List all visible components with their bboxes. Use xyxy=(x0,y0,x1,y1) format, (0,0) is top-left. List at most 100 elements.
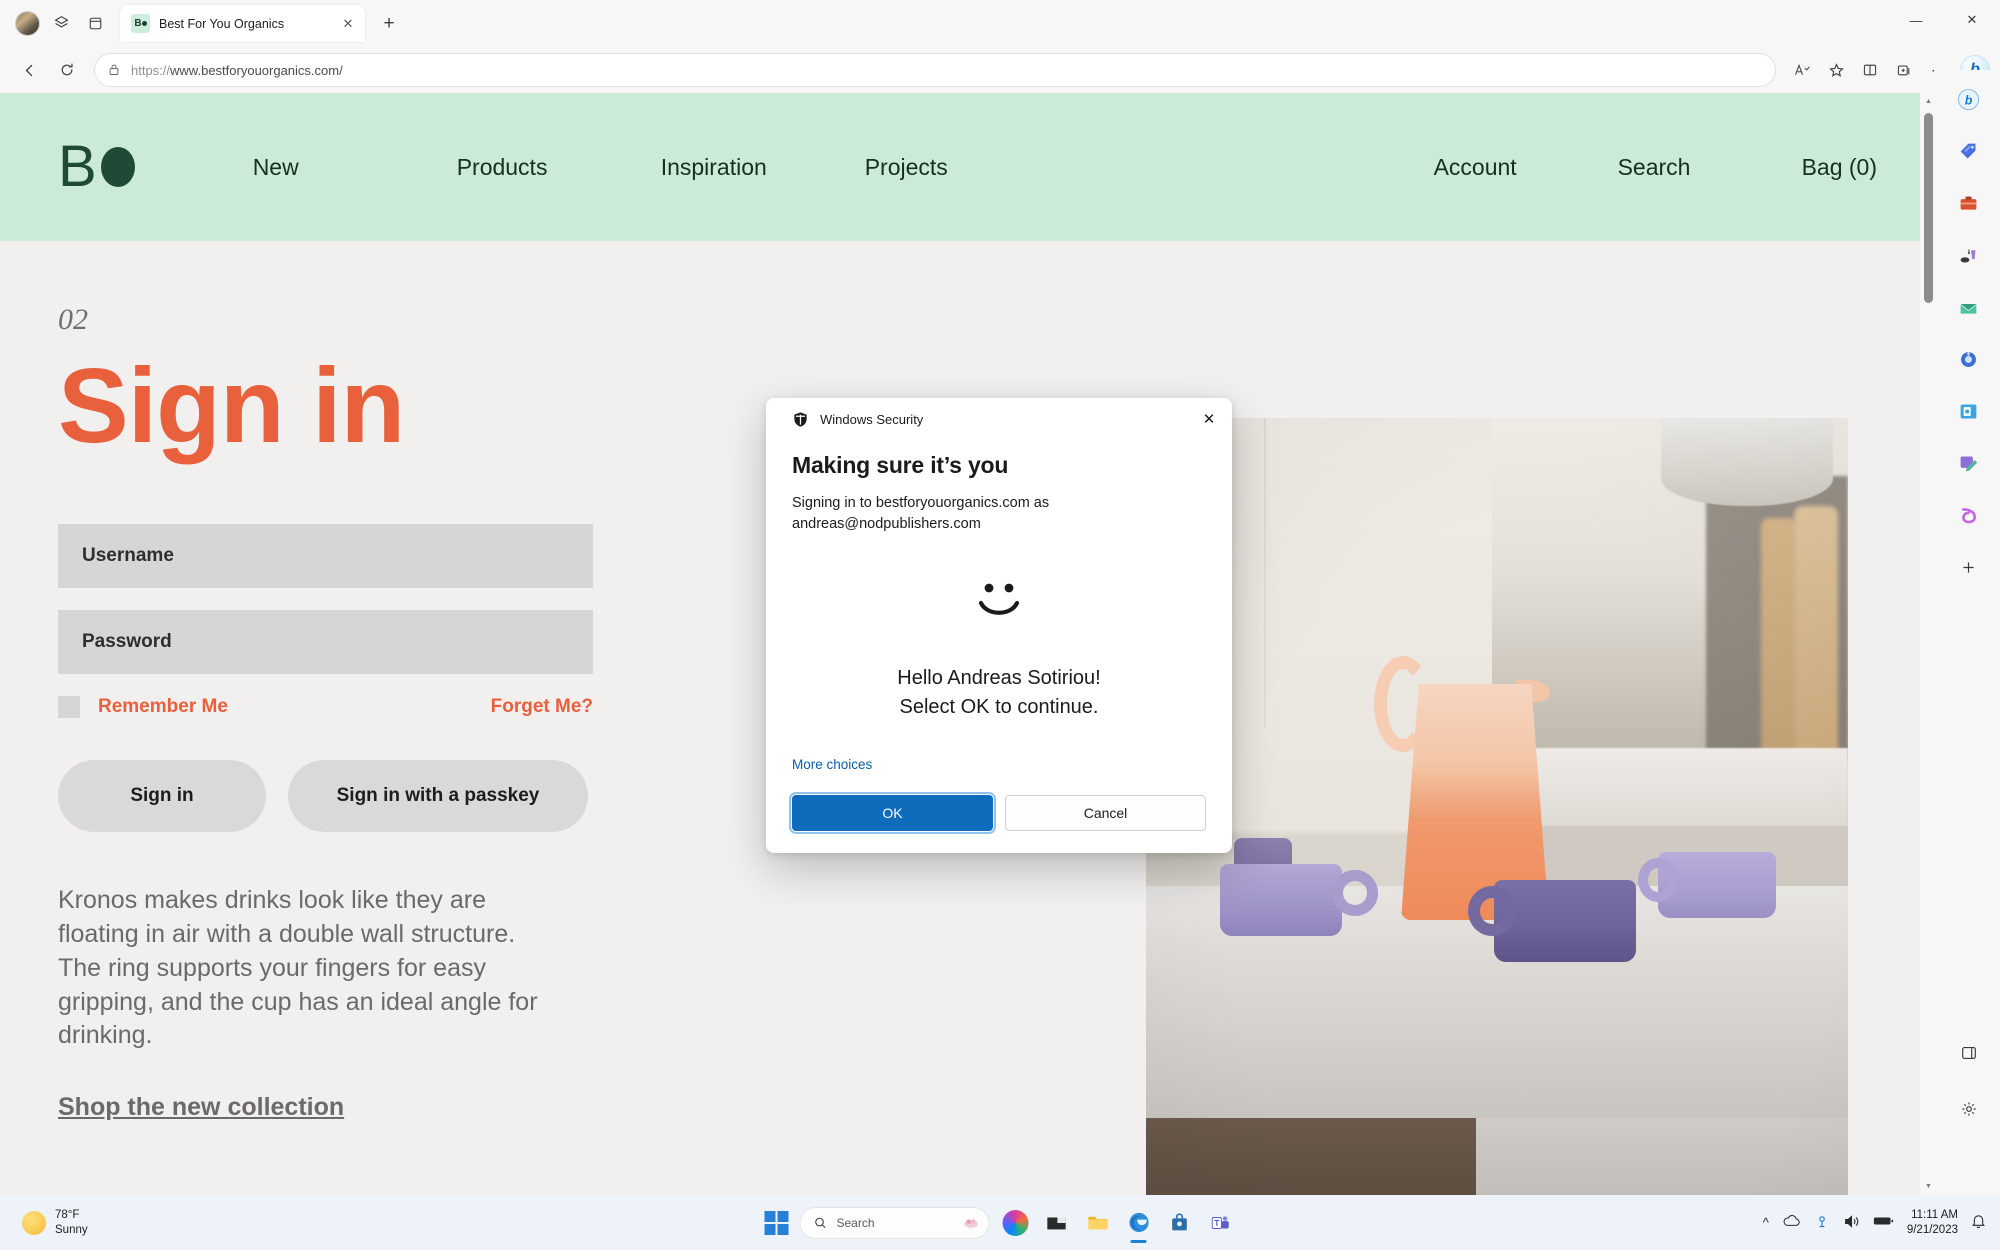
scroll-up-icon[interactable]: ▲ xyxy=(1920,93,1937,110)
taskbar-store-button[interactable] xyxy=(1165,1208,1195,1238)
tab-title: Best For You Organics xyxy=(159,17,330,31)
clock-date: 9/21/2023 xyxy=(1907,1223,1958,1238)
cancel-button[interactable]: Cancel xyxy=(1005,795,1206,831)
password-input[interactable]: Password xyxy=(58,610,593,674)
remember-me-checkbox[interactable] xyxy=(58,696,80,718)
site-header: B New Products Inspiration Projects Acco… xyxy=(0,93,1937,241)
designer-icon[interactable] xyxy=(1952,446,1986,480)
address-input[interactable]: https://www.bestforyouorganics.com/ xyxy=(94,53,1776,87)
windows-hello-face-icon xyxy=(792,580,1206,624)
url-text: https://www.bestforyouorganics.com/ xyxy=(131,63,343,78)
dialog-titlebar: Windows Security ✕ xyxy=(766,398,1232,440)
clock-time: 11:11 AM xyxy=(1907,1208,1958,1223)
copilot-bing-icon[interactable]: b xyxy=(1952,82,1986,116)
start-button-icon[interactable] xyxy=(765,1211,789,1235)
sidebar-settings-icon[interactable] xyxy=(1952,1092,1986,1126)
shop-collection-link[interactable]: Shop the new collection xyxy=(58,1093,344,1122)
svg-text:b: b xyxy=(1965,93,1973,107)
battery-icon[interactable] xyxy=(1873,1215,1894,1230)
nav-item-inspiration[interactable]: Inspiration xyxy=(661,154,865,181)
browser-essentials-icon[interactable] xyxy=(1952,1036,1986,1070)
favicon-letter: B xyxy=(134,18,140,29)
windows-taskbar: 78°F Sunny Search xyxy=(0,1195,2000,1250)
office-icon[interactable] xyxy=(1952,394,1986,428)
shopping-tag-icon[interactable] xyxy=(1952,134,1986,168)
edge-sidebar: b xyxy=(1937,70,2000,1195)
file-explorer-dark-icon xyxy=(1046,1212,1068,1234)
nav-item-products[interactable]: Products xyxy=(457,154,661,181)
microsoft-edge-icon xyxy=(1127,1211,1150,1234)
collections-icon[interactable] xyxy=(1888,54,1920,86)
back-icon[interactable] xyxy=(12,53,46,87)
dialog-heading: Making sure it’s you xyxy=(792,452,1206,479)
read-aloud-icon[interactable] xyxy=(1786,54,1818,86)
dialog-title: Windows Security xyxy=(820,412,923,427)
nav-item-bag[interactable]: Bag (0) xyxy=(1802,154,1877,181)
nav-item-search[interactable]: Search xyxy=(1618,154,1802,181)
site-info-icon xyxy=(107,63,121,77)
page-viewport: B New Products Inspiration Projects Acco… xyxy=(0,93,1937,1195)
close-tab-icon[interactable]: ✕ xyxy=(339,15,357,33)
options-row: Remember Me Forget Me? xyxy=(58,696,593,718)
taskbar-folder-button[interactable] xyxy=(1083,1208,1113,1238)
sign-in-passkey-button[interactable]: Sign in with a passkey xyxy=(288,760,588,832)
new-tab-button[interactable]: + xyxy=(375,10,403,38)
onedrive-cloud-icon[interactable] xyxy=(1782,1214,1801,1231)
sign-in-button[interactable]: Sign in xyxy=(58,760,266,832)
clipchamp-icon[interactable] xyxy=(1952,498,1986,532)
taskbar-file-explorer-dark-button[interactable] xyxy=(1042,1208,1072,1238)
username-input[interactable]: Username xyxy=(58,524,593,588)
microsoft-teams-icon xyxy=(1210,1212,1232,1234)
dialog-body: Making sure it’s you Signing in to bestf… xyxy=(766,440,1232,721)
tab-favicon-icon: B xyxy=(131,14,150,33)
section-number: 02 xyxy=(58,303,1146,337)
browser-window: B Best For You Organics ✕ + — ✕ xyxy=(0,0,2000,1195)
weather-temperature: 78°F xyxy=(55,1208,88,1222)
windows-security-dialog: Windows Security ✕ Making sure it’s you … xyxy=(766,398,1232,853)
volume-icon[interactable] xyxy=(1843,1214,1860,1232)
taskbar-search-input[interactable]: Search xyxy=(800,1207,990,1239)
split-screen-icon[interactable] xyxy=(1854,54,1886,86)
show-hidden-icons-chevron[interactable]: ^ xyxy=(1763,1215,1769,1230)
tools-icon[interactable] xyxy=(1952,186,1986,220)
nav-item-new[interactable]: New xyxy=(253,154,457,181)
weather-widget[interactable]: 78°F Sunny xyxy=(22,1208,88,1237)
nav-item-account[interactable]: Account xyxy=(1434,154,1618,181)
taskbar-teams-button[interactable] xyxy=(1206,1208,1236,1238)
browser-tab[interactable]: B Best For You Organics ✕ xyxy=(120,5,365,42)
dialog-subtext: Signing in to bestforyouorganics.com as … xyxy=(792,493,1206,534)
page-scrollbar[interactable]: ▲ ▼ xyxy=(1920,93,1937,1195)
dialog-close-icon[interactable]: ✕ xyxy=(1186,398,1232,440)
tab-actions-icon[interactable] xyxy=(78,7,112,41)
weather-condition: Sunny xyxy=(55,1223,88,1237)
nav-item-projects[interactable]: Projects xyxy=(865,154,1069,181)
outlook-mail-icon[interactable] xyxy=(1952,290,1986,324)
taskbar-copilot-button[interactable] xyxy=(1001,1208,1031,1238)
site-logo[interactable]: B xyxy=(58,138,135,196)
games-icon[interactable] xyxy=(1952,238,1986,272)
notification-bell-icon[interactable] xyxy=(1971,1213,1986,1232)
edge-sidebar-bottom xyxy=(1937,1036,2000,1140)
forget-me-link[interactable]: Forget Me? xyxy=(491,696,593,718)
product-photo xyxy=(1146,418,1848,1195)
taskbar-center: Search xyxy=(765,1207,1236,1239)
more-choices-link[interactable]: More choices xyxy=(792,757,1232,772)
ok-button[interactable]: OK xyxy=(792,795,993,831)
search-highlight-icon xyxy=(963,1215,980,1230)
scrollbar-thumb[interactable] xyxy=(1924,113,1933,303)
favorites-icon[interactable] xyxy=(1820,54,1852,86)
workspaces-icon[interactable] xyxy=(44,7,78,41)
taskbar-edge-button[interactable] xyxy=(1124,1208,1154,1238)
microsoft-365-icon[interactable] xyxy=(1952,342,1986,376)
network-icon[interactable] xyxy=(1814,1213,1830,1232)
folder-icon xyxy=(1086,1211,1109,1234)
minimize-button[interactable]: — xyxy=(1888,0,1944,40)
close-window-button[interactable]: ✕ xyxy=(1944,0,2000,40)
taskbar-clock[interactable]: 11:11 AM 9/21/2023 xyxy=(1907,1208,1958,1238)
dialog-footer: OK Cancel xyxy=(766,795,1232,853)
refresh-icon[interactable] xyxy=(50,53,84,87)
store-icon xyxy=(1169,1212,1191,1234)
profile-button[interactable] xyxy=(10,7,44,41)
add-sidebar-icon[interactable] xyxy=(1952,550,1986,584)
scroll-down-icon[interactable]: ▼ xyxy=(1920,1178,1937,1195)
